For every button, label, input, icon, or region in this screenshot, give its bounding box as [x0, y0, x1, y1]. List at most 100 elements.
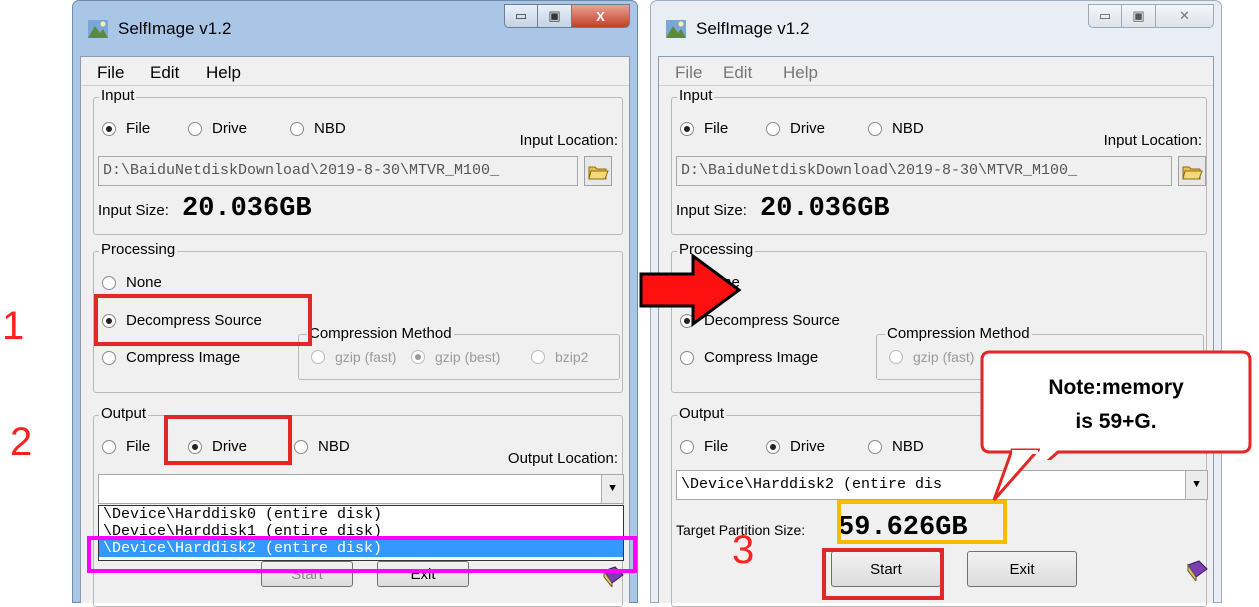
menu-edit[interactable]: Edit: [723, 63, 752, 83]
radio-indicator: [188, 121, 202, 136]
menu-help[interactable]: Help: [783, 63, 818, 83]
input-path-field[interactable]: D:\BaiduNetdiskDownload\2019-8-30\MTVR_M…: [676, 156, 1172, 186]
menu-file[interactable]: File: [97, 63, 124, 83]
window-title: SelfImage v1.2: [118, 19, 232, 38]
callout-tail: [992, 448, 1040, 501]
input-radio-nbd[interactable]: NBD: [290, 120, 346, 137]
radio-indicator: [680, 350, 694, 365]
output-radio-nbd[interactable]: NBD: [294, 438, 350, 455]
processing-radio-compress[interactable]: Compress Image: [680, 349, 818, 366]
maximize-button[interactable]: ▣: [1122, 4, 1156, 28]
dropdown-item-harddisk0[interactable]: \Device\Harddisk0 (entire disk): [99, 506, 623, 523]
output-location-label: Output Location:: [507, 450, 618, 467]
processing-radio-none[interactable]: None: [102, 274, 162, 291]
radio-indicator: [411, 350, 425, 364]
menu-bar: File Edit Help: [81, 57, 629, 86]
processing-group-label: Processing: [99, 241, 178, 258]
radio-indicator: [868, 439, 882, 454]
menu-bar: File Edit Help: [659, 57, 1213, 86]
help-book-icon[interactable]: [1185, 559, 1209, 581]
highlight-decompress-source: [94, 294, 312, 346]
combo-value: \Device\Harddisk2 (entire dis: [681, 476, 943, 493]
compression-method-label: Compression Method: [307, 325, 454, 342]
app-icon: [88, 20, 108, 38]
compression-method-group: Compression Method gzip (fast) gzip (bes…: [298, 325, 620, 380]
input-location-label: Input Location:: [1103, 132, 1202, 149]
radio-label: File: [704, 438, 729, 455]
callout-line-2: is 59+G.: [1075, 410, 1157, 433]
highlight-target-partition-size: [837, 500, 1007, 544]
input-size-value: 20.036GB: [182, 194, 312, 224]
menu-edit[interactable]: Edit: [150, 63, 179, 83]
radio-label: NBD: [314, 120, 346, 137]
minimize-button[interactable]: ▭: [1088, 4, 1122, 28]
input-browse-button[interactable]: [584, 156, 612, 186]
open-folder-icon: [1182, 166, 1203, 180]
maximize-button[interactable]: ▣: [538, 4, 572, 28]
input-group: Input File Drive NBD Input Location: D:\…: [93, 87, 623, 235]
input-size-value: 20.036GB: [760, 194, 890, 224]
window-title: SelfImage v1.2: [696, 19, 810, 38]
input-radio-drive[interactable]: Drive: [188, 120, 247, 137]
input-group-label: Input: [677, 87, 715, 104]
radio-label: gzip (fast): [913, 349, 975, 365]
processing-radio-compress[interactable]: Compress Image: [102, 349, 240, 366]
input-group: Input File Drive NBD Input Location: D:\…: [671, 87, 1207, 235]
caption-buttons: ▭ ▣ ✕: [1088, 4, 1214, 28]
radio-indicator: [311, 350, 325, 364]
radio-label: File: [704, 120, 729, 137]
input-browse-button[interactable]: [1178, 156, 1206, 186]
callout-line-1: Note:memory: [1048, 376, 1184, 399]
chevron-down-icon[interactable]: ▼: [601, 475, 623, 503]
radio-label: File: [126, 120, 151, 137]
radio-indicator: [102, 439, 116, 454]
output-drive-combobox[interactable]: \Device\Harddisk2 (entire dis ▼: [676, 470, 1208, 500]
output-group-label: Output: [677, 405, 727, 422]
input-radio-nbd[interactable]: NBD: [868, 120, 924, 137]
radio-label: Drive: [790, 438, 826, 455]
input-radio-drive[interactable]: Drive: [766, 120, 825, 137]
method-radio-gzip-fast[interactable]: gzip (fast): [311, 349, 396, 365]
output-radio-file[interactable]: File: [102, 438, 150, 455]
radio-label: NBD: [892, 438, 924, 455]
output-radio-nbd[interactable]: NBD: [868, 438, 924, 455]
step-2-label: 2: [10, 420, 33, 464]
compression-method-label: Compression Method: [885, 325, 1032, 342]
radio-indicator: [294, 439, 308, 454]
input-path-field[interactable]: D:\BaiduNetdiskDownload\2019-8-30\MTVR_M…: [98, 156, 578, 186]
method-radio-gzip-best[interactable]: gzip (best): [411, 349, 500, 365]
menu-help[interactable]: Help: [206, 63, 241, 83]
output-drive-combobox[interactable]: ▼: [98, 474, 624, 504]
highlight-start-button: [822, 548, 944, 600]
method-radio-bzip2[interactable]: bzip2: [531, 349, 588, 365]
input-radio-file[interactable]: File: [680, 120, 728, 137]
chevron-down-icon[interactable]: ▼: [1185, 471, 1207, 499]
input-size-label: Input Size:: [676, 202, 747, 219]
step-3-label: 3: [732, 528, 755, 572]
input-radio-file[interactable]: File: [102, 120, 150, 137]
radio-indicator: [680, 439, 694, 454]
minimize-button[interactable]: ▭: [504, 4, 538, 28]
input-size-label: Input Size:: [98, 202, 169, 219]
radio-label: Compress Image: [126, 349, 241, 366]
step-1-label: 1: [2, 304, 25, 348]
output-radio-file[interactable]: File: [680, 438, 728, 455]
highlight-harddisk2-selection: [87, 536, 637, 573]
title-bar[interactable]: SelfImage v1.2 ▭ ▣ ✕: [650, 0, 1222, 56]
radio-indicator: [102, 121, 116, 136]
menu-file[interactable]: File: [675, 63, 702, 83]
radio-label: NBD: [318, 438, 350, 455]
radio-indicator: [531, 350, 545, 364]
exit-button[interactable]: Exit: [967, 551, 1077, 587]
radio-indicator: [766, 439, 780, 454]
radio-label: Compress Image: [704, 349, 819, 366]
radio-label: None: [126, 274, 162, 291]
close-button[interactable]: ✕: [1156, 4, 1214, 28]
method-radio-gzip-fast[interactable]: gzip (fast): [889, 349, 974, 365]
right-arrow-icon: [639, 253, 742, 327]
title-bar[interactable]: SelfImage v1.2 ▭ ▣ X: [72, 0, 638, 56]
radio-indicator: [680, 121, 694, 136]
close-button[interactable]: X: [572, 4, 630, 28]
output-radio-drive[interactable]: Drive: [766, 438, 825, 455]
app-icon: [666, 20, 686, 38]
